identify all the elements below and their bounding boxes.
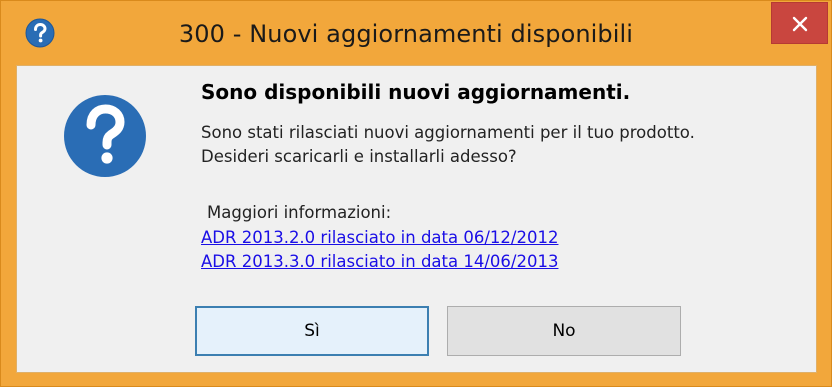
dialog-heading: Sono disponibili nuovi aggiornamenti.: [201, 80, 631, 104]
window-title: 300 - Nuovi aggiornamenti disponibili: [178, 20, 634, 48]
release-link-2013-3[interactable]: ADR 2013.3.0 rilasciato in data 14/06/20…: [201, 252, 558, 271]
yes-button[interactable]: Sì: [195, 306, 429, 356]
release-link-2013-2[interactable]: ADR 2013.2.0 rilasciato in data 06/12/20…: [201, 228, 558, 247]
dialog-message: Sono stati rilasciati nuovi aggiornament…: [201, 121, 695, 169]
more-info-label: Maggiori informazioni:: [207, 203, 392, 222]
close-icon: [792, 16, 808, 32]
no-button[interactable]: No: [447, 306, 681, 356]
close-button[interactable]: [771, 2, 828, 44]
dialog-window: 300 - Nuovi aggiornamenti disponibili So…: [0, 0, 832, 387]
question-icon: [64, 95, 146, 177]
dialog-content: Sono disponibili nuovi aggiornamenti. So…: [16, 65, 817, 373]
question-icon: [25, 18, 55, 48]
message-line-2: Desideri scaricarli e installarli adesso…: [201, 147, 517, 166]
title-bar[interactable]: 300 - Nuovi aggiornamenti disponibili: [1, 1, 831, 65]
message-line-1: Sono stati rilasciati nuovi aggiornament…: [201, 123, 695, 142]
